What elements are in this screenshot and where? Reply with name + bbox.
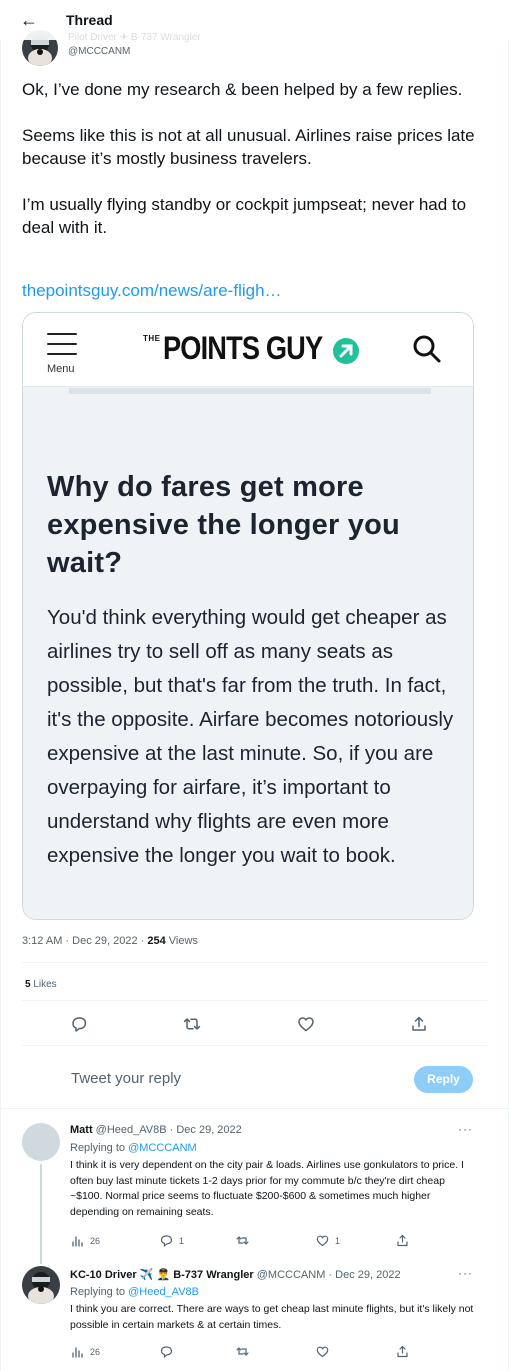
back-arrow-icon[interactable]: ← [20, 9, 38, 31]
divider [22, 1045, 487, 1046]
reply-text: I think it is very dependent on the city… [70, 1159, 464, 1218]
reply-button[interactable]: Reply [414, 1066, 473, 1093]
reply-text: I think you are correct. There are ways … [70, 1303, 474, 1331]
likes-summary[interactable]: 5 Likes [25, 979, 57, 990]
avatar[interactable] [22, 1266, 60, 1304]
menu-label: Menu [47, 363, 75, 375]
tweet-timestamp[interactable]: 3:12 AM · Dec 29, 2022 · [22, 935, 147, 947]
like-action[interactable] [316, 1345, 335, 1358]
views-count: 254 [147, 935, 166, 947]
reply-author-name: KC-10 Driver ✈️ 👨‍✈️ B-737 Wrangler [70, 1269, 254, 1281]
retweet-icon [236, 1236, 249, 1245]
article-heading: Why do fares get more expensive the long… [47, 471, 400, 579]
views-action[interactable]: 26 [71, 1234, 100, 1247]
article-excerpt: You'd think everything would get cheaper… [47, 606, 454, 867]
tweet-text: Ok, I’ve done my research & been helped … [22, 80, 475, 237]
share-action[interactable] [396, 1345, 415, 1358]
author-handle[interactable]: @MCCCANM [68, 46, 130, 57]
share-icon [397, 1234, 408, 1247]
menu-icon [47, 333, 77, 363]
reply-icon [160, 1346, 173, 1358]
reply-action[interactable] [160, 1345, 179, 1358]
likes-label: Likes [30, 979, 57, 990]
reply-input[interactable]: Tweet your reply [71, 1070, 181, 1087]
divider [0, 1108, 509, 1109]
search-icon [411, 333, 443, 365]
thread-connector [40, 1164, 42, 1264]
card-header: Menu THE POINTS GUY [23, 313, 473, 387]
like-icon [316, 1346, 329, 1358]
card-divider [69, 388, 431, 394]
logo-arrow-icon [333, 338, 359, 364]
views-label: Views [165, 935, 198, 947]
reply-action[interactable]: 1 [160, 1234, 184, 1247]
retweet-action[interactable] [236, 1234, 255, 1247]
divider [22, 962, 487, 963]
site-logo: THE POINTS GUY [143, 330, 359, 366]
views-icon [72, 1236, 83, 1247]
tweet-link[interactable]: thepointsguy.com/news/are-fligh… [22, 281, 282, 301]
tweet-meta: 3:12 AM · Dec 29, 2022 · 254 Views [22, 935, 198, 947]
divider [22, 1000, 487, 1001]
views-icon [72, 1347, 83, 1358]
top-bar: ← Thread Pilot Driver ✈ B-737 Wrangler [0, 0, 509, 43]
retweet-icon[interactable] [183, 1015, 201, 1033]
like-action[interactable]: 1 [316, 1234, 340, 1247]
retweet-action[interactable] [236, 1345, 255, 1358]
reply-handle: @Heed_AV8B · Dec 29, 2022 [95, 1124, 242, 1136]
replying-to: Replying to @MCCCANM [70, 1142, 197, 1154]
author-name-scrolled: Pilot Driver ✈ B-737 Wrangler [68, 32, 201, 43]
replying-to-handle[interactable]: @Heed_AV8B [128, 1286, 199, 1298]
reply-handle: @MCCCANM · Dec 29, 2022 [256, 1269, 401, 1281]
logo-the: THE [143, 334, 161, 343]
reply-icon [160, 1235, 173, 1247]
share-icon [397, 1345, 408, 1358]
retweet-icon [236, 1347, 249, 1356]
more-icon[interactable]: ··· [458, 1266, 473, 1280]
link-preview-card[interactable]: Menu THE POINTS GUY Why do fares get mor… [22, 312, 474, 920]
avatar[interactable] [22, 1123, 60, 1161]
logo-text: POINTS GUY [162, 330, 323, 366]
reply-author[interactable]: KC-10 Driver ✈️ 👨‍✈️ B-737 Wrangler @MCC… [70, 1268, 401, 1281]
more-icon[interactable]: ··· [458, 1122, 473, 1136]
like-icon[interactable] [297, 1015, 315, 1033]
reply-author[interactable]: Matt @Heed_AV8B · Dec 29, 2022 [70, 1124, 242, 1136]
replying-to-handle[interactable]: @MCCCANM [128, 1142, 197, 1154]
views-action[interactable]: 26 [71, 1345, 100, 1358]
share-action[interactable] [396, 1234, 415, 1247]
reply-author-name: Matt [70, 1124, 93, 1136]
share-icon[interactable] [410, 1015, 428, 1033]
reply-icon[interactable] [70, 1015, 88, 1033]
page-title: Thread [66, 12, 113, 28]
like-icon [316, 1235, 329, 1247]
replying-to: Replying to @Heed_AV8B [70, 1286, 199, 1298]
